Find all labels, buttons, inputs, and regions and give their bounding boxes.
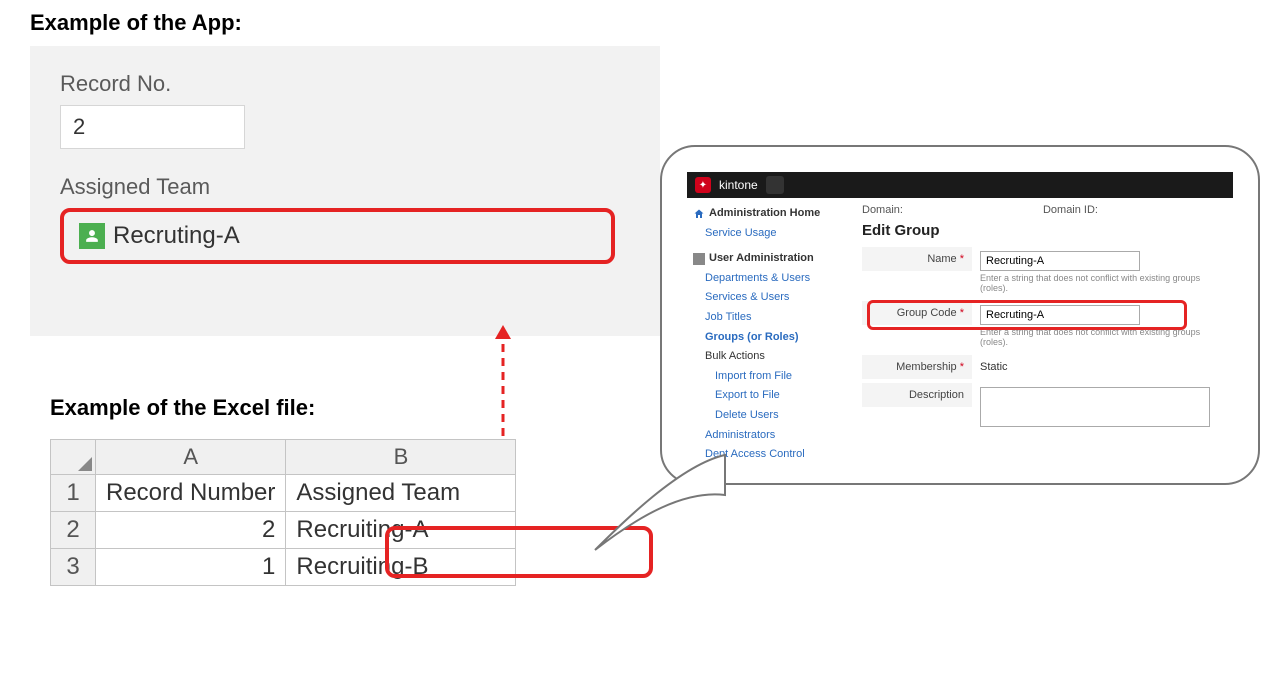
code-value-cell: Enter a string that does not conflict wi… — [972, 301, 1223, 351]
excel-table: A B 1 Record Number Assigned Team 2 2 Re… — [50, 439, 516, 586]
nav-export[interactable]: Export to File — [691, 386, 848, 406]
nav-dept-access[interactable]: Dept Access Control — [691, 445, 848, 465]
nav-import[interactable]: Import from File — [691, 367, 848, 387]
excel-rownum-1: 1 — [51, 475, 96, 512]
excel-col-a: A — [96, 440, 286, 475]
name-label: Name — [927, 253, 956, 265]
excel-row-3: 3 1 Recruiting-B — [51, 549, 516, 586]
code-hint: Enter a string that does not conflict wi… — [980, 327, 1215, 347]
excel-example-heading: Example of the Excel file: — [50, 395, 660, 421]
excel-row3-a: 1 — [96, 549, 286, 586]
name-input[interactable] — [980, 251, 1140, 271]
assigned-team-value: Recruting-A — [113, 222, 240, 250]
excel-row3-b: Recruiting-B — [286, 549, 516, 586]
membership-label: Membership — [896, 361, 957, 373]
nav-home[interactable]: Administration Home — [691, 204, 848, 224]
record-no-label: Record No. — [60, 71, 630, 97]
excel-header-b: Assigned Team — [286, 475, 516, 512]
name-label-cell: Name * — [862, 247, 972, 271]
edit-group-title: Edit Group — [862, 222, 1223, 239]
kintone-logo-icon: ✦ — [695, 177, 711, 193]
nav-user-admin: User Administration — [691, 249, 848, 269]
admin-main: Domain: Domain ID: Edit Group Name * Ent… — [852, 198, 1233, 471]
description-textarea[interactable] — [980, 387, 1210, 427]
domain-row: Domain: Domain ID: — [862, 204, 1223, 216]
excel-row2-a: 2 — [96, 512, 286, 549]
app-example-section: Example of the App: Record No. 2 Assigne… — [30, 10, 670, 336]
code-required-mark: * — [960, 307, 964, 319]
callout-bubble: ✦ kintone Administration Home Service Us… — [660, 145, 1260, 485]
nav-bulk-actions: Bulk Actions — [691, 347, 848, 367]
nav-dept-users[interactable]: Departments & Users — [691, 269, 848, 289]
assigned-team-highlight: Recruting-A — [60, 208, 615, 264]
excel-row2-b: Recruiting-A — [286, 512, 516, 549]
excel-rownum-2: 2 — [51, 512, 96, 549]
name-hint: Enter a string that does not conflict wi… — [980, 273, 1215, 293]
domain-id-label: Domain ID: — [1043, 204, 1098, 216]
admin-topbar: ✦ kintone — [687, 172, 1233, 198]
nav-groups[interactable]: Groups (or Roles) — [691, 328, 848, 348]
membership-label-cell: Membership * — [862, 355, 972, 379]
form-row-code: Group Code * Enter a string that does no… — [862, 301, 1223, 351]
description-value-cell — [972, 383, 1223, 431]
assigned-team-label: Assigned Team — [60, 174, 630, 200]
nav-home-label: Administration Home — [709, 205, 820, 223]
code-input[interactable] — [980, 305, 1140, 325]
home-icon — [693, 208, 705, 220]
app-example-heading: Example of the App: — [30, 10, 670, 36]
nav-job-titles[interactable]: Job Titles — [691, 308, 848, 328]
app-panel: Record No. 2 Assigned Team Recruting-A — [30, 46, 660, 336]
membership-value: Static — [972, 355, 1223, 377]
form-row-membership: Membership * Static — [862, 355, 1223, 379]
excel-col-header-row: A B — [51, 440, 516, 475]
code-label-cell: Group Code * — [862, 301, 972, 325]
topbar-app-icon — [766, 176, 784, 194]
form-row-name: Name * Enter a string that does not conf… — [862, 247, 1223, 297]
excel-col-b: B — [286, 440, 516, 475]
nav-service-usage[interactable]: Service Usage — [691, 224, 848, 244]
excel-header-row: 1 Record Number Assigned Team — [51, 475, 516, 512]
form-row-description: Description — [862, 383, 1223, 431]
admin-body: Administration Home Service Usage User A… — [687, 198, 1233, 471]
name-required-mark: * — [960, 253, 964, 265]
excel-row-2: 2 2 Recruiting-A — [51, 512, 516, 549]
excel-rownum-3: 3 — [51, 549, 96, 586]
group-icon — [79, 223, 105, 249]
admin-nav: Administration Home Service Usage User A… — [687, 198, 852, 471]
excel-example-section: Example of the Excel file: A B 1 Record … — [50, 395, 660, 591]
excel-corner-cell — [51, 440, 96, 475]
excel-table-wrap: A B 1 Record Number Assigned Team 2 2 Re… — [50, 431, 516, 586]
record-no-value: 2 — [60, 105, 245, 149]
nav-services-users[interactable]: Services & Users — [691, 288, 848, 308]
admin-callout: ✦ kintone Administration Home Service Us… — [660, 145, 1260, 515]
description-label-cell: Description — [862, 383, 972, 407]
nav-user-admin-label: User Administration — [709, 250, 814, 268]
membership-required-mark: * — [960, 361, 964, 373]
brand-name: kintone — [719, 178, 758, 192]
nav-delete-users[interactable]: Delete Users — [691, 406, 848, 426]
domain-label: Domain: — [862, 204, 903, 216]
code-label: Group Code — [897, 307, 957, 319]
nav-admins[interactable]: Administrators — [691, 426, 848, 446]
excel-header-a: Record Number — [96, 475, 286, 512]
admin-screenshot: ✦ kintone Administration Home Service Us… — [687, 172, 1233, 471]
name-value-cell: Enter a string that does not conflict wi… — [972, 247, 1223, 297]
user-admin-icon — [693, 253, 705, 265]
